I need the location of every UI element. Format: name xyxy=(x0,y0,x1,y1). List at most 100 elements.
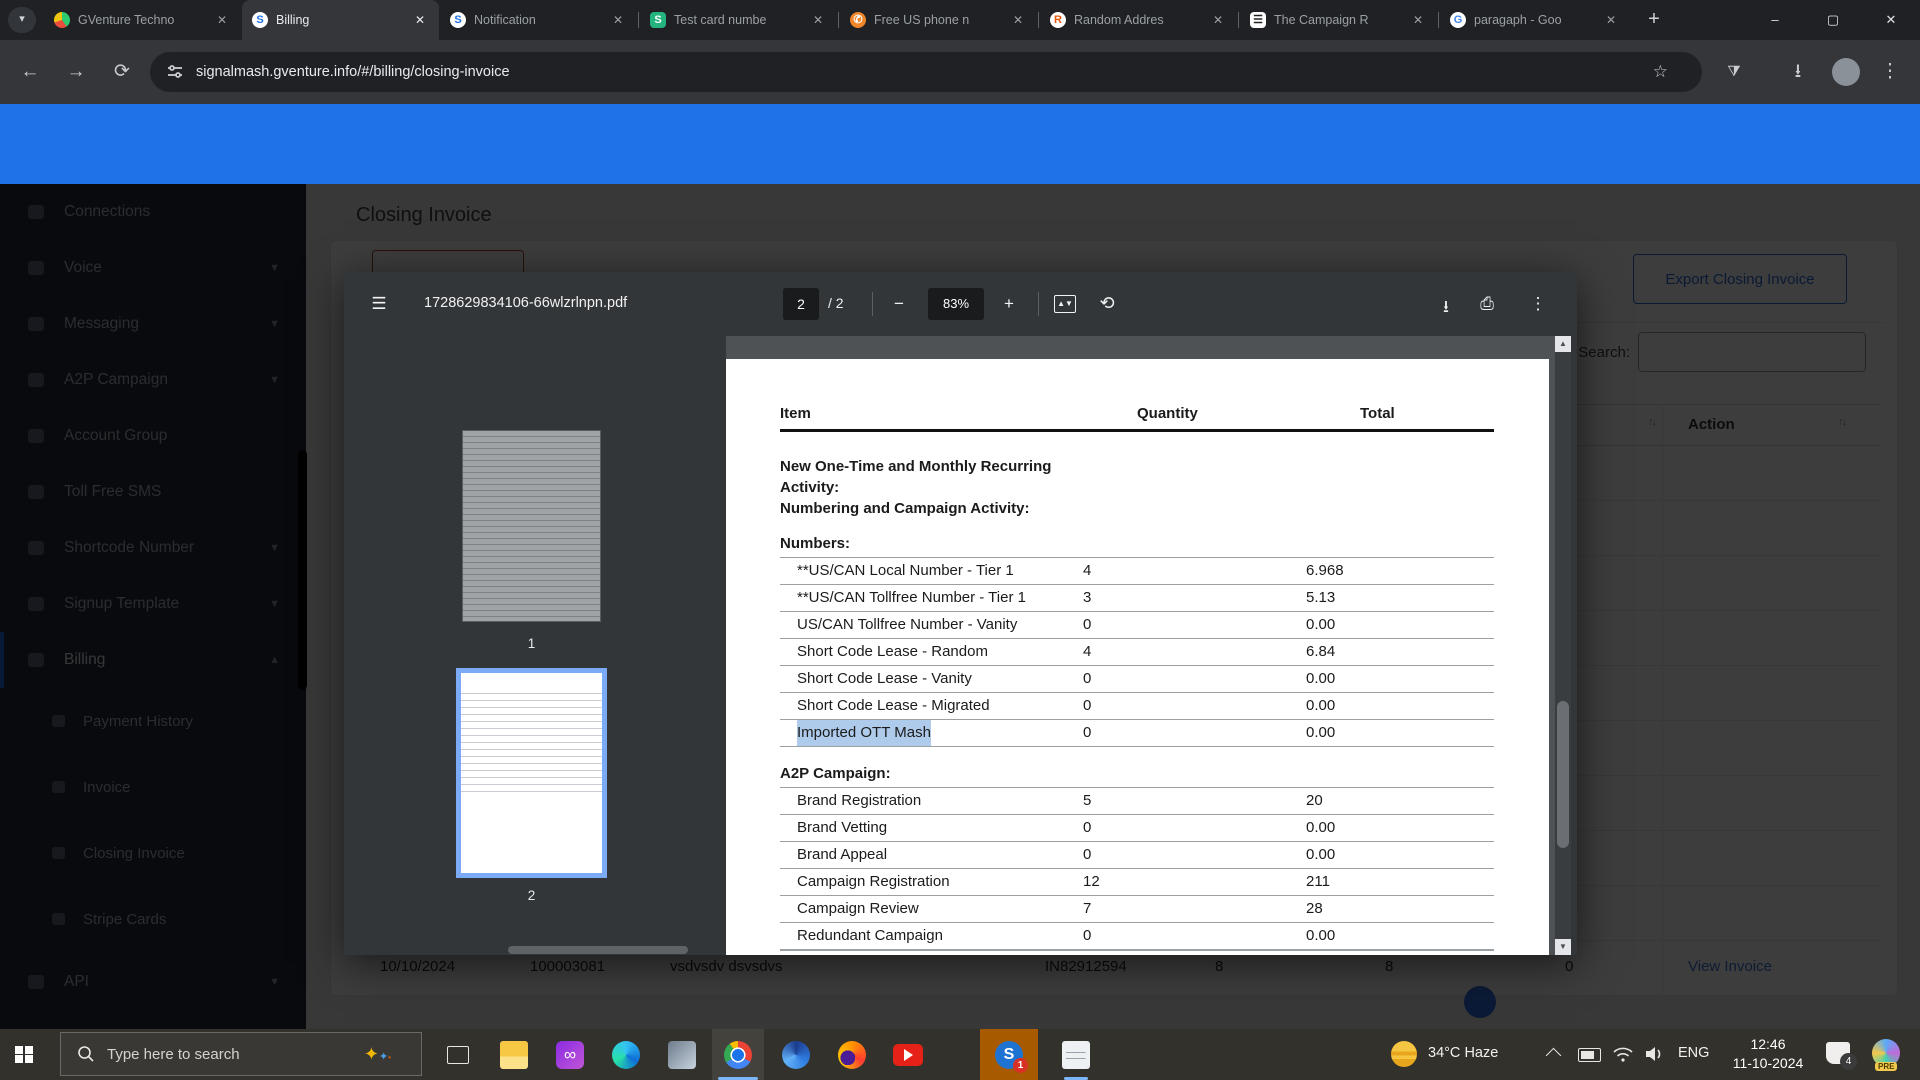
task-view-button[interactable] xyxy=(436,1029,480,1080)
notification-badge: 1 xyxy=(1013,1058,1028,1073)
thumbnail-label: 1 xyxy=(463,636,600,651)
site-settings-icon[interactable] xyxy=(166,63,184,81)
tab-close-icon[interactable]: ✕ xyxy=(411,11,429,29)
tab-close-icon[interactable]: ✕ xyxy=(1009,11,1027,29)
browser-toolbar: ← → ⟳ signalmash.gventure.info/#/billing… xyxy=(0,40,1920,104)
tab-search-button[interactable]: ▾ xyxy=(8,7,36,33)
tray-expand-chevron-icon[interactable] xyxy=(1546,1048,1562,1064)
thumbnail-scrollbar[interactable] xyxy=(508,946,688,954)
random-address-favicon: R xyxy=(1050,12,1066,28)
document-favicon: ☰ xyxy=(1250,12,1266,28)
zoom-out-icon[interactable]: − xyxy=(886,294,912,314)
invoice-section-numbers: Numbers: xyxy=(780,535,1494,557)
tab-close-icon[interactable]: ✕ xyxy=(213,11,231,29)
rotate-icon[interactable]: ⟲ xyxy=(1094,293,1120,314)
pdf-zoom-level[interactable]: 83% xyxy=(928,288,984,320)
url-text: signalmash.gventure.info/#/billing/closi… xyxy=(196,64,510,80)
scroll-down-arrow[interactable]: ▼ xyxy=(1555,939,1571,955)
back-button[interactable]: ← xyxy=(12,54,48,90)
invoice-row: Short Code Lease - Vanity 0 0.00 xyxy=(780,666,1494,693)
tab-close-icon[interactable]: ✕ xyxy=(609,11,627,29)
signalmash-favicon: S xyxy=(252,12,268,28)
page-1-thumbnail[interactable] xyxy=(463,431,600,621)
new-tab-button[interactable]: + xyxy=(1640,6,1668,34)
taskbar-search-box[interactable]: Type here to search ✦✦• xyxy=(60,1032,422,1076)
wifi-icon[interactable] xyxy=(1612,1044,1634,1064)
media-player-button[interactable] xyxy=(658,1029,706,1080)
pdf-page-input[interactable]: 2 xyxy=(783,288,819,320)
pdf-scrollbar-thumb[interactable] xyxy=(1557,701,1569,848)
invoice-row: US/CAN Tollfree Number - Vanity 0 0.00 xyxy=(780,612,1494,639)
tab-close-icon[interactable]: ✕ xyxy=(1602,11,1620,29)
m365-button[interactable]: ∞ xyxy=(546,1029,594,1080)
firefox-icon xyxy=(838,1041,866,1069)
start-button[interactable] xyxy=(0,1029,48,1080)
notepad-app-icon xyxy=(1062,1041,1090,1069)
invoice-row: Short Code Lease - Random 4 6.84 xyxy=(780,639,1494,666)
invoice-row: Brand Vetting 0 0.00 xyxy=(780,815,1494,842)
window-maximize-button[interactable]: ▢ xyxy=(1810,0,1856,40)
language-indicator[interactable]: ENG xyxy=(1678,1045,1709,1061)
youtube-button[interactable] xyxy=(884,1029,932,1080)
browser-menu-icon[interactable]: ⋮ xyxy=(1872,54,1908,90)
tab-gventure[interactable]: GVenture Techno ✕ xyxy=(44,0,241,40)
bookmark-star-icon[interactable]: ☆ xyxy=(1653,62,1668,82)
tab-close-icon[interactable]: ✕ xyxy=(809,11,827,29)
tab-campaign[interactable]: ☰ The Campaign R ✕ xyxy=(1240,0,1437,40)
tab-separator xyxy=(1038,12,1039,28)
pdf-more-options-icon[interactable]: ⋮ xyxy=(1525,294,1551,314)
tab-random-address[interactable]: R Random Addres ✕ xyxy=(1040,0,1237,40)
tab-free-phone[interactable]: ✆ Free US phone n ✕ xyxy=(840,0,1037,40)
tab-test-card[interactable]: S Test card numbe ✕ xyxy=(640,0,837,40)
firefox-button[interactable] xyxy=(828,1029,876,1080)
blue-app-button[interactable] xyxy=(772,1029,820,1080)
invoice-row: **US/CAN Local Number - Tier 1 4 6.968 xyxy=(780,557,1494,585)
taskbar-clock[interactable]: 12:46 11-10-2024 xyxy=(1722,1035,1814,1073)
battery-icon[interactable] xyxy=(1578,1048,1601,1062)
pdf-download-icon[interactable]: ⭳ xyxy=(1433,294,1459,323)
app-header: signalmash Billing › Closing Invoice xyxy=(0,104,1920,184)
file-explorer-button[interactable] xyxy=(490,1029,538,1080)
s-app-button-attention[interactable]: S 1 xyxy=(980,1029,1038,1080)
thumbnail-label: 2 xyxy=(456,888,607,903)
invoice-row: **US/CAN Tollfree Number - Tier 1 3 5.13 xyxy=(780,585,1494,612)
invoice-intro-line: New One-Time and Monthly Recurring xyxy=(780,456,1494,477)
extensions-icon[interactable]: ⧩ xyxy=(1716,54,1752,90)
pdf-scrollbar[interactable]: ▲ ▼ xyxy=(1555,336,1571,955)
gventure-favicon xyxy=(54,12,70,28)
page-2-thumbnail-selected[interactable] xyxy=(456,668,607,878)
reload-button[interactable]: ⟳ xyxy=(104,54,140,90)
volume-icon[interactable] xyxy=(1644,1044,1666,1064)
notepad-app-button[interactable] xyxy=(1052,1029,1100,1080)
profile-avatar[interactable] xyxy=(1832,58,1860,86)
tab-separator xyxy=(638,12,639,28)
print-icon[interactable]: ⎙ xyxy=(1474,294,1500,314)
pdf-page-area: Item Quantity Total New One-Time and Mon… xyxy=(726,336,1555,955)
weather-haze-icon[interactable] xyxy=(1391,1041,1417,1067)
tab-close-icon[interactable]: ✕ xyxy=(1209,11,1227,29)
fit-to-page-icon[interactable]: ▲▼ xyxy=(1054,295,1076,313)
tab-notification[interactable]: S Notification ✕ xyxy=(440,0,637,40)
pdf-menu-hamburger-icon[interactable]: ☰ xyxy=(366,294,392,314)
weather-text[interactable]: 34°C Haze xyxy=(1428,1045,1498,1061)
window-minimize-button[interactable]: – xyxy=(1752,0,1798,40)
window-close-button[interactable]: ✕ xyxy=(1868,0,1914,40)
tab-billing[interactable]: S Billing ✕ xyxy=(242,0,439,40)
scroll-up-arrow[interactable]: ▲ xyxy=(1555,336,1571,352)
tab-close-icon[interactable]: ✕ xyxy=(1409,11,1427,29)
taskbar: Type here to search ✦✦• ∞ xyxy=(0,1029,1920,1080)
address-bar[interactable]: signalmash.gventure.info/#/billing/closi… xyxy=(150,52,1702,92)
notification-center-icon[interactable]: 4 xyxy=(1826,1042,1850,1064)
forward-button[interactable]: → xyxy=(58,54,94,90)
pdf-page-count: / 2 xyxy=(828,295,844,311)
tab-paragraph[interactable]: G paragaph - Goo ✕ xyxy=(1440,0,1630,40)
zoom-in-icon[interactable]: + xyxy=(996,294,1022,314)
pdf-toolbar: ☰ 1728629834106-66wlzrlnpn.pdf 2 / 2 − 8… xyxy=(344,272,1577,336)
tab-title: paragaph - Goo xyxy=(1474,13,1594,27)
copilot-icon[interactable]: PRE xyxy=(1872,1039,1900,1067)
task-view-icon xyxy=(447,1046,469,1064)
chrome-button-active[interactable] xyxy=(712,1029,764,1080)
downloads-icon[interactable]: ⭳ xyxy=(1780,54,1816,90)
edge-button[interactable] xyxy=(602,1029,650,1080)
browser-tab-strip: ▾ GVenture Techno ✕ S Billing ✕ S Notifi… xyxy=(0,0,1920,40)
